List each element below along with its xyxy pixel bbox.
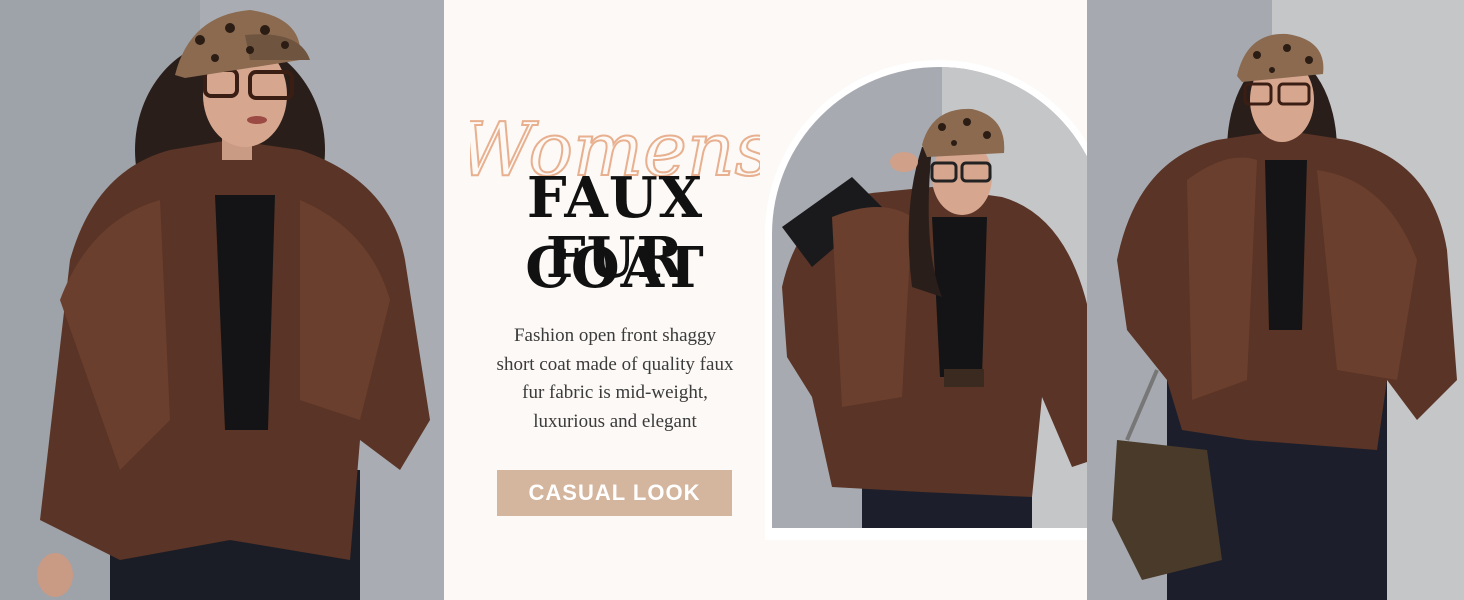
casual-look-button[interactable]: CASUAL LOOK bbox=[497, 470, 732, 516]
right-model-photo bbox=[1087, 0, 1464, 600]
left-model-photo bbox=[0, 0, 444, 600]
description-line: luxurious and elegant bbox=[533, 410, 697, 432]
description-line: Fashion open front shaggy bbox=[513, 325, 717, 346]
description-line: fur fabric is mid-weight, bbox=[522, 382, 708, 403]
product-description: Fashion open front shaggy short coat mad… bbox=[470, 322, 760, 436]
headline-line-2: COAT bbox=[525, 235, 705, 301]
description-line: short coat made of quality faux bbox=[496, 353, 734, 375]
center-model-photo bbox=[772, 67, 1106, 528]
